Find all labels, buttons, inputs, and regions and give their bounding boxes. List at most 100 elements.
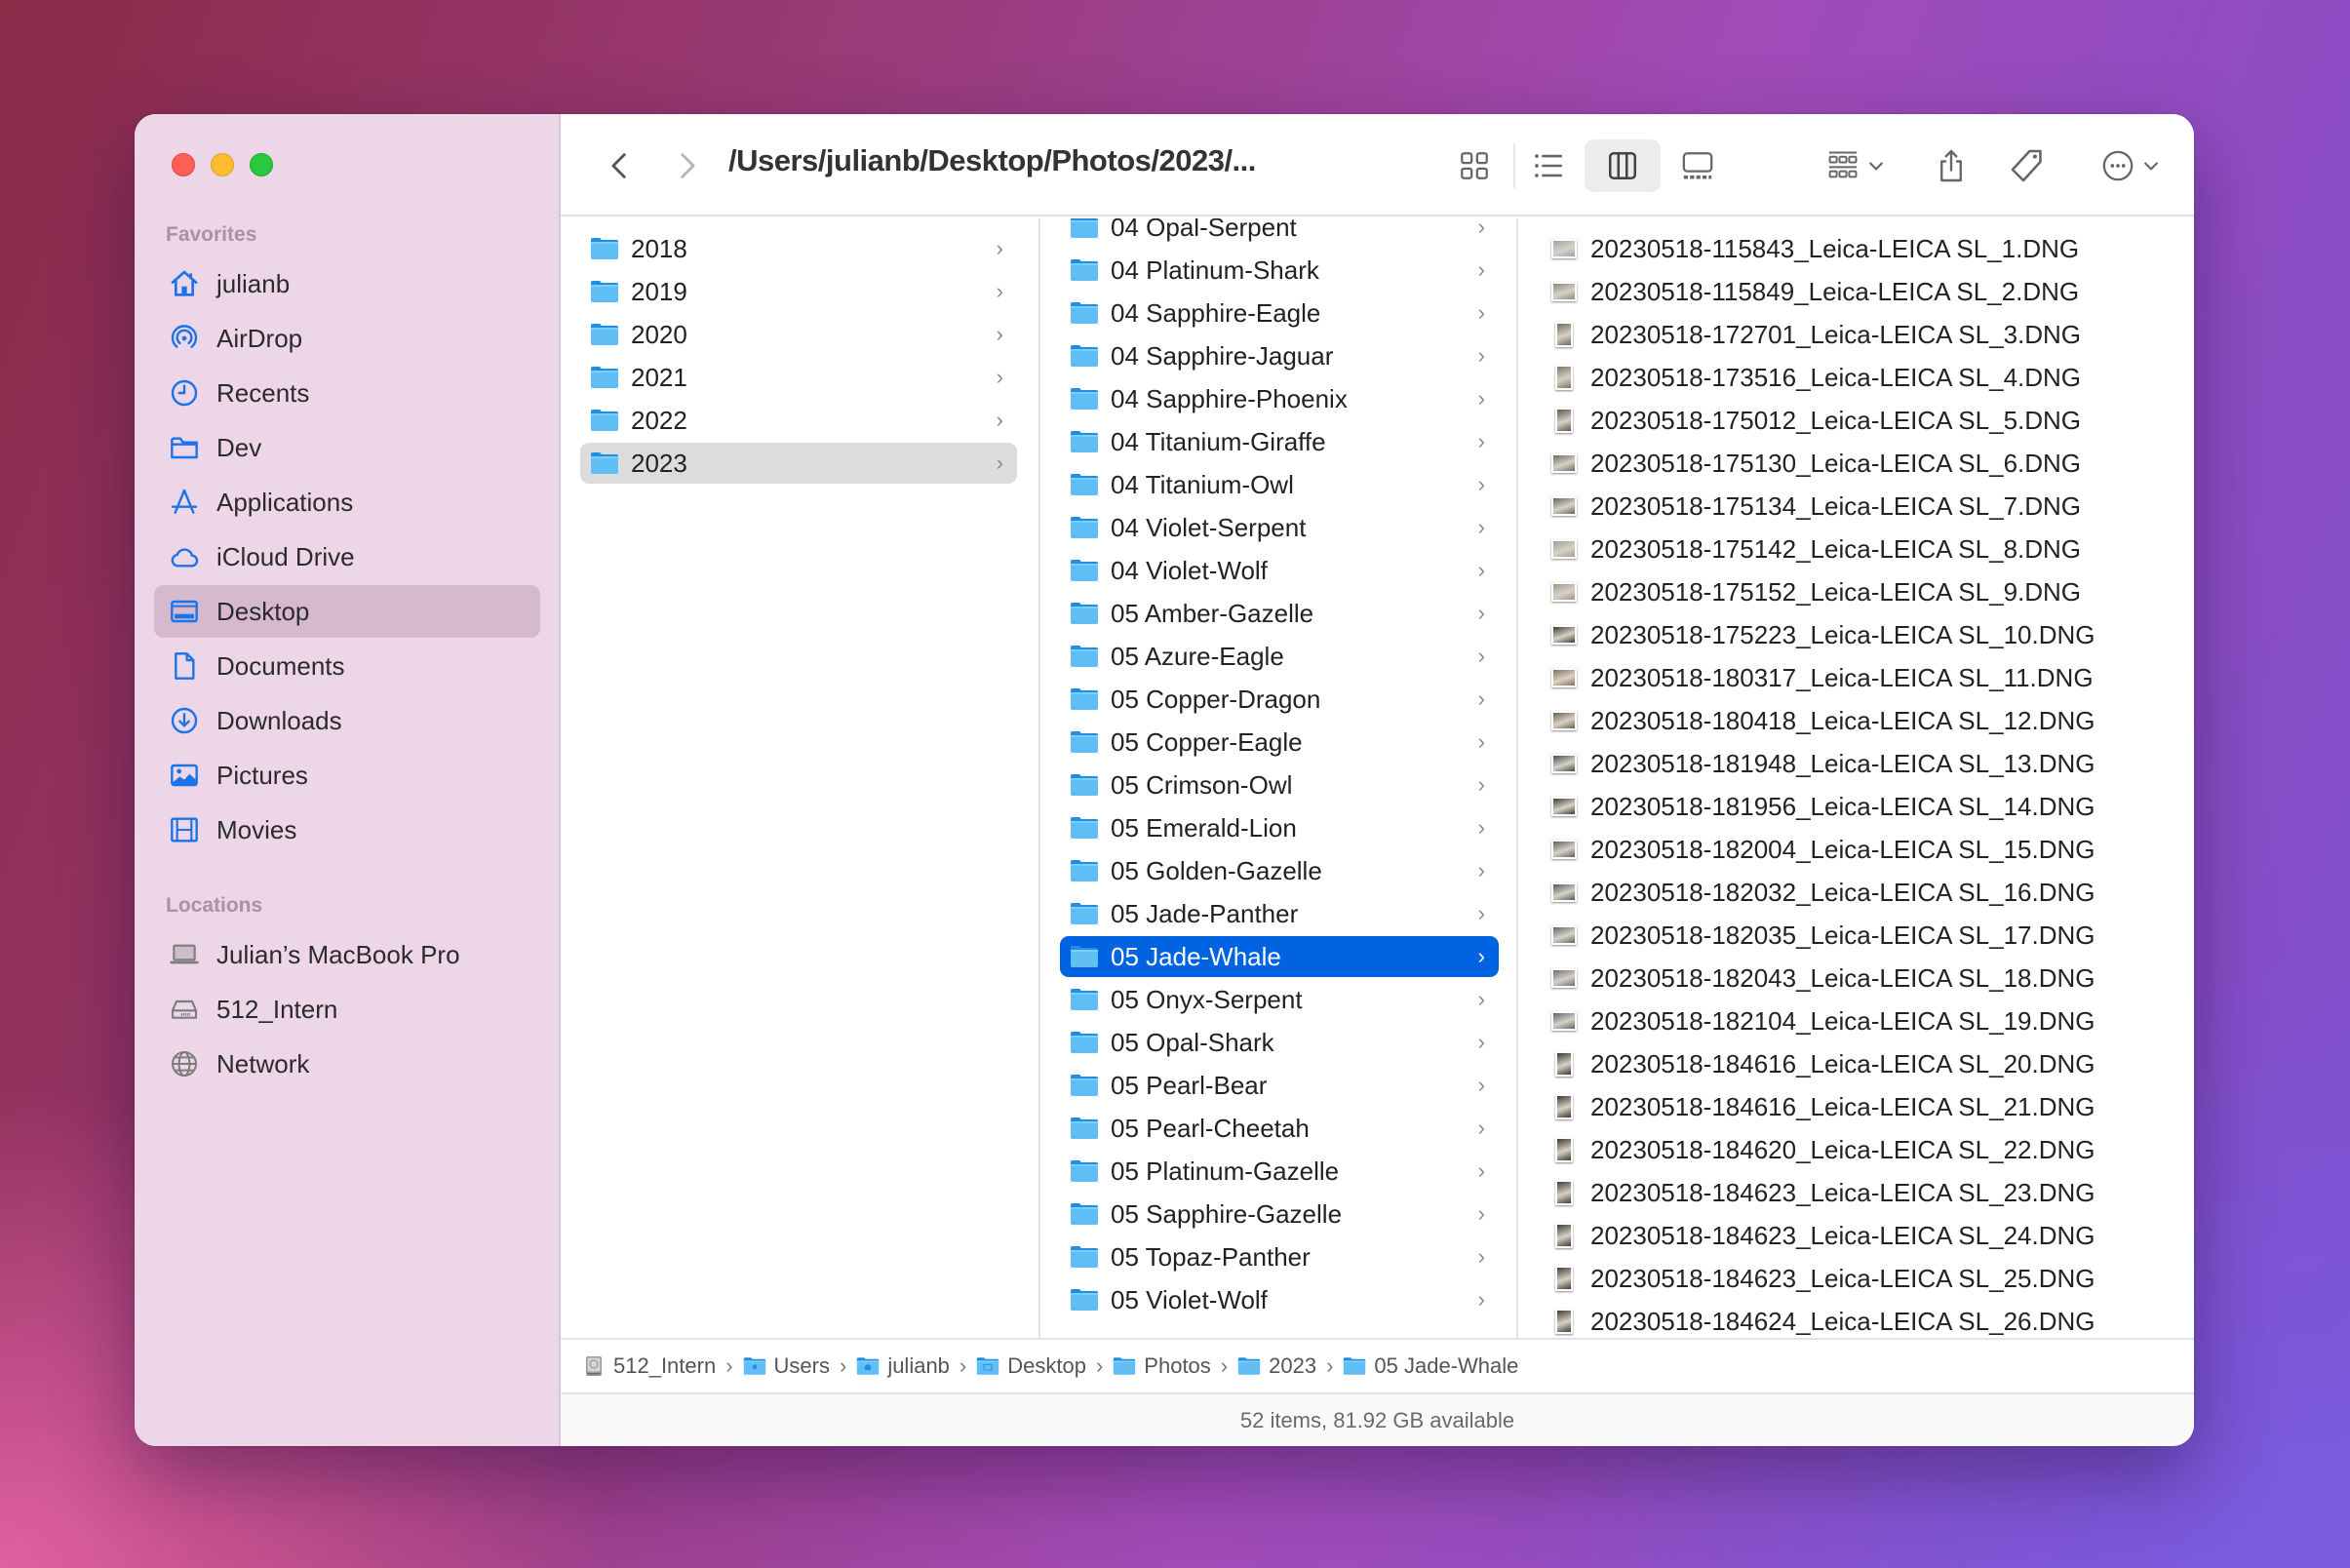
tag-button[interactable] [2000, 139, 2055, 192]
column-folders[interactable]: 04 Opal-Serpent › 04 Platinum-Shark › 04 Sap… [1040, 218, 1518, 1338]
year-row[interactable]: 2020 › [580, 314, 1017, 355]
folder-row[interactable]: 04 Titanium-Owl › [1060, 464, 1499, 505]
file-row[interactable]: 20230518-172701_Leica-LEICA SL_3.DNG [1547, 314, 2172, 355]
folder-row[interactable]: 05 Amber-Gazelle › [1060, 593, 1499, 634]
breadcrumb-item[interactable]: Desktop [976, 1353, 1086, 1379]
file-row[interactable]: 20230518-175142_Leica-LEICA SL_8.DNG [1547, 529, 2172, 569]
file-row[interactable]: 20230518-181948_Leica-LEICA SL_13.DNG [1547, 743, 2172, 784]
more-actions-button[interactable] [2090, 139, 2172, 192]
sidebar-item-network[interactable]: Network [154, 1038, 540, 1090]
list-view-button[interactable] [1521, 139, 1576, 192]
folder-row[interactable]: 05 Crimson-Owl › [1060, 764, 1499, 805]
folder-row[interactable]: 04 Sapphire-Eagle › [1060, 293, 1499, 333]
folder-row[interactable]: 05 Copper-Dragon › [1060, 679, 1499, 720]
file-row[interactable]: 20230518-175134_Leica-LEICA SL_7.DNG [1547, 486, 2172, 527]
folder-row[interactable]: 05 Platinum-Gazelle › [1060, 1151, 1499, 1192]
folder-row[interactable]: 05 Pearl-Cheetah › [1060, 1108, 1499, 1149]
sidebar-item-desktop[interactable]: Desktop [154, 585, 540, 638]
file-row[interactable]: 20230518-115843_Leica-LEICA SL_1.DNG [1547, 228, 2172, 269]
breadcrumb-item[interactable]: Photos [1113, 1353, 1211, 1379]
file-row[interactable]: 20230518-184623_Leica-LEICA SL_24.DNG [1547, 1215, 2172, 1256]
column-files[interactable]: 20230518-115843_Leica-LEICA SL_1.DNG 2023… [1518, 218, 2194, 1338]
file-row[interactable]: 20230518-180317_Leica-LEICA SL_11.DNG [1547, 657, 2172, 698]
file-row[interactable]: 20230518-182032_Leica-LEICA SL_16.DNG [1547, 872, 2172, 913]
year-row-selected[interactable]: 2023 › [580, 443, 1017, 484]
share-button[interactable] [1924, 139, 1978, 192]
folder-row[interactable]: 05 Violet-Wolf › [1060, 1279, 1499, 1320]
breadcrumb-item[interactable]: julianb [856, 1353, 950, 1379]
file-row[interactable]: 20230518-175223_Leica-LEICA SL_10.DNG [1547, 614, 2172, 655]
file-row[interactable]: 20230518-173516_Leica-LEICA SL_4.DNG [1547, 357, 2172, 398]
folder-row[interactable]: 04 Violet-Wolf › [1060, 550, 1499, 591]
folder-row[interactable]: 05 Pearl-Bear › [1060, 1065, 1499, 1106]
breadcrumb-item[interactable]: 05 Jade-Whale [1343, 1353, 1518, 1379]
sidebar-item-airdrop[interactable]: AirDrop [154, 312, 540, 365]
folder-row[interactable]: 04 Sapphire-Phoenix › [1060, 378, 1499, 419]
file-row[interactable]: 20230518-175012_Leica-LEICA SL_5.DNG [1547, 400, 2172, 441]
sidebar-item-downloads[interactable]: Downloads [154, 694, 540, 747]
folder-row[interactable]: 05 Jade-Panther › [1060, 893, 1499, 934]
sidebar-item-recents[interactable]: Recents [154, 367, 540, 419]
file-row[interactable]: 20230518-175152_Leica-LEICA SL_9.DNG [1547, 571, 2172, 612]
file-row[interactable]: 20230518-182043_Leica-LEICA SL_18.DNG [1547, 958, 2172, 999]
sidebar-item-julianb[interactable]: julianb [154, 257, 540, 310]
column-years[interactable]: 2018 › 2019 › 2020 › 2021 › 2022 › 2023 › [561, 218, 1040, 1338]
minimize-button[interactable] [211, 153, 234, 176]
year-row[interactable]: 2022 › [580, 400, 1017, 441]
back-button[interactable] [596, 139, 645, 192]
sidebar-item-pictures[interactable]: Pictures [154, 749, 540, 802]
file-name: 20230518-184616_Leica-LEICA SL_20.DNG [1590, 1048, 2095, 1078]
file-row[interactable]: 20230518-184623_Leica-LEICA SL_23.DNG [1547, 1172, 2172, 1213]
sidebar-item-dev[interactable]: Dev [154, 421, 540, 474]
folder-row-selected[interactable]: 05 Jade-Whale › [1060, 936, 1499, 977]
folder-row[interactable]: 05 Onyx-Serpent › [1060, 979, 1499, 1020]
folder-row[interactable]: 04 Platinum-Shark › [1060, 250, 1499, 291]
folder-row[interactable]: 05 Sapphire-Gazelle › [1060, 1194, 1499, 1235]
folder-row[interactable]: 05 Topaz-Panther › [1060, 1236, 1499, 1277]
year-row[interactable]: 2018 › [580, 228, 1017, 269]
file-row[interactable]: 20230518-180418_Leica-LEICA SL_12.DNG [1547, 700, 2172, 741]
item-name: 05 Jade-Panther [1111, 898, 1299, 928]
sidebar-item-julian-s-macbook-pro[interactable]: Julian’s MacBook Pro [154, 928, 540, 981]
gallery-view-button[interactable] [1668, 139, 1727, 192]
sidebar-item-applications[interactable]: Applications [154, 476, 540, 529]
folder-row[interactable]: 05 Opal-Shark › [1060, 1022, 1499, 1063]
file-row[interactable]: 20230518-184623_Leica-LEICA SL_25.DNG [1547, 1258, 2172, 1299]
group-button[interactable] [1815, 139, 1897, 192]
column-view-button[interactable] [1585, 139, 1661, 192]
breadcrumb-item[interactable]: 512_Intern [582, 1353, 716, 1379]
file-row[interactable]: 20230518-182004_Leica-LEICA SL_15.DNG [1547, 829, 2172, 870]
file-row[interactable]: 20230518-184624_Leica-LEICA SL_26.DNG [1547, 1301, 2172, 1338]
file-row[interactable]: 20230518-181956_Leica-LEICA SL_14.DNG [1547, 786, 2172, 827]
year-row[interactable]: 2019 › [580, 271, 1017, 312]
sidebar-item-documents[interactable]: Documents [154, 640, 540, 692]
year-row[interactable]: 2021 › [580, 357, 1017, 398]
applications-icon [168, 486, 201, 519]
close-button[interactable] [172, 153, 195, 176]
file-row[interactable]: 20230518-184616_Leica-LEICA SL_21.DNG [1547, 1086, 2172, 1127]
folder-row[interactable]: 04 Sapphire-Jaguar › [1060, 335, 1499, 376]
file-row[interactable]: 20230518-184620_Leica-LEICA SL_22.DNG [1547, 1129, 2172, 1170]
file-row[interactable]: 20230518-175130_Leica-LEICA SL_6.DNG [1547, 443, 2172, 484]
folder-row[interactable]: 04 Violet-Serpent › [1060, 507, 1499, 548]
sidebar-item-icloud-drive[interactable]: iCloud Drive [154, 530, 540, 583]
file-row[interactable]: 20230518-184616_Leica-LEICA SL_20.DNG [1547, 1043, 2172, 1084]
folder-row[interactable]: 05 Azure-Eagle › [1060, 636, 1499, 677]
sidebar-item-512-intern[interactable]: 512_Intern [154, 983, 540, 1036]
icon-view-button[interactable] [1447, 139, 1502, 192]
file-row[interactable]: 20230518-182035_Leica-LEICA SL_17.DNG [1547, 915, 2172, 956]
folder-row[interactable]: 05 Golden-Gazelle › [1060, 850, 1499, 891]
chevron-right-icon: › [1477, 772, 1485, 797]
folder-icon [1070, 645, 1099, 668]
breadcrumb-item[interactable]: 2023 [1237, 1353, 1316, 1379]
file-row[interactable]: 20230518-182104_Leica-LEICA SL_19.DNG [1547, 1000, 2172, 1041]
folder-row[interactable]: 05 Emerald-Lion › [1060, 807, 1499, 848]
forward-button[interactable] [662, 139, 711, 192]
zoom-button[interactable] [250, 153, 273, 176]
folder-row[interactable]: 04 Titanium-Giraffe › [1060, 421, 1499, 462]
folder-row[interactable]: 04 Opal-Serpent › [1060, 218, 1499, 248]
folder-row[interactable]: 05 Copper-Eagle › [1060, 722, 1499, 763]
file-row[interactable]: 20230518-115849_Leica-LEICA SL_2.DNG [1547, 271, 2172, 312]
breadcrumb-item[interactable]: Users [743, 1353, 830, 1379]
sidebar-item-movies[interactable]: Movies [154, 804, 540, 856]
